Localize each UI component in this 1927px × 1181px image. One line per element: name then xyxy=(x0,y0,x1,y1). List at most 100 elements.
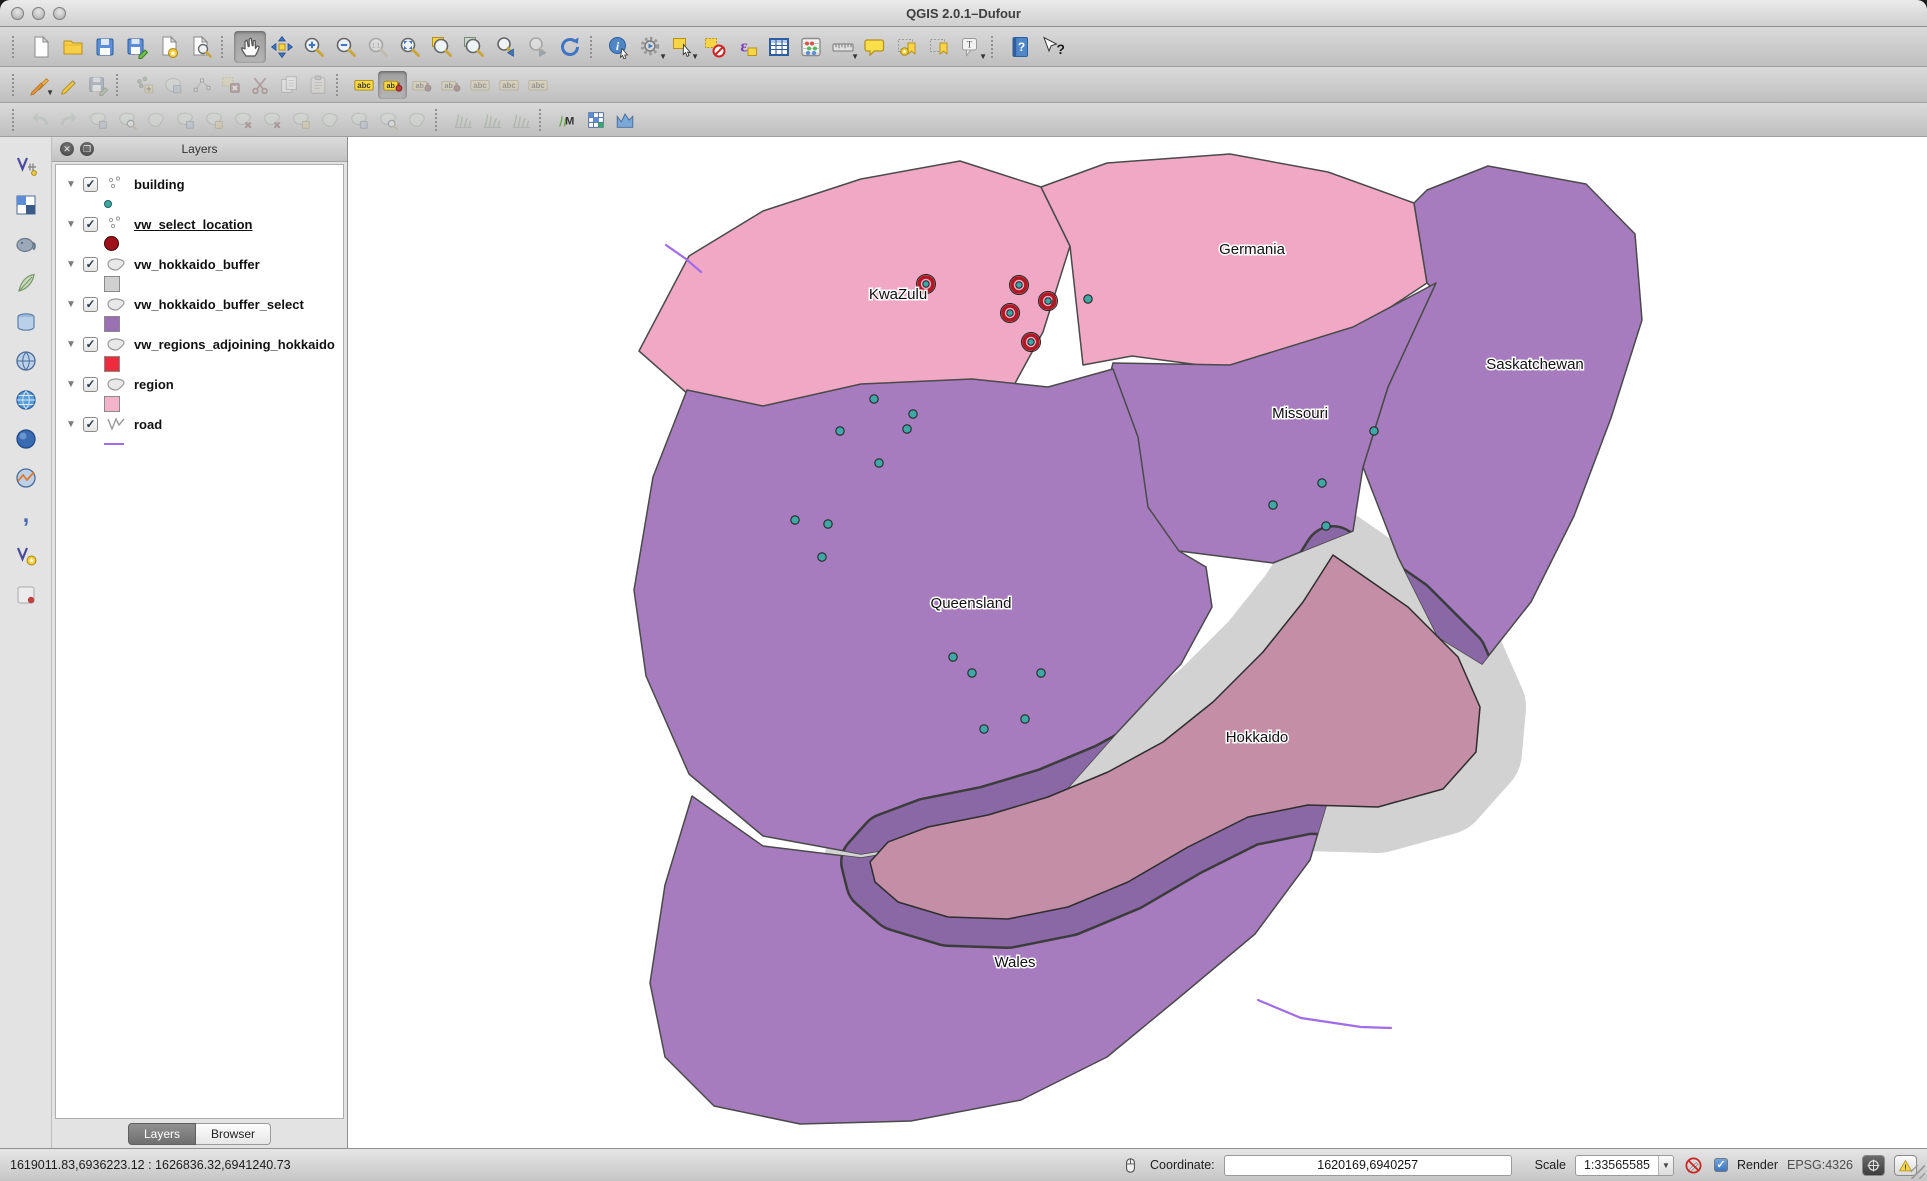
layer-expand-icon[interactable]: ▼ xyxy=(66,419,76,430)
field-calculator-button[interactable] xyxy=(795,31,827,63)
add-oracle-layer-button[interactable] xyxy=(8,344,44,377)
layer-row-vw_hokkaido_buffer[interactable]: ▼✓vw_hokkaido_buffer xyxy=(56,253,343,275)
zoom-full-button[interactable] xyxy=(394,31,426,63)
layer-symbology-swatch[interactable] xyxy=(104,195,343,212)
scale-dropdown-icon[interactable]: ▼ xyxy=(1658,1156,1673,1175)
open-attribute-table-button[interactable] xyxy=(763,31,795,63)
tab-layers[interactable]: Layers xyxy=(128,1123,196,1145)
layer-row-building[interactable]: ▼✓building xyxy=(56,173,343,195)
map-tips-button[interactable] xyxy=(859,31,891,63)
layer-labeling-button[interactable] xyxy=(349,71,378,99)
show-bookmarks-button[interactable] xyxy=(923,31,955,63)
window-resize-grip[interactable] xyxy=(1911,1165,1925,1179)
deselect-features-button[interactable] xyxy=(699,31,731,63)
composer-manager-button[interactable] xyxy=(185,31,217,63)
crs-status-button[interactable] xyxy=(1862,1155,1885,1176)
layer-symbology-swatch[interactable] xyxy=(104,275,343,292)
measure-button[interactable]: ▼ xyxy=(827,31,859,63)
current-edits-button[interactable]: ▼ xyxy=(25,71,54,99)
layer-visibility-checkbox[interactable]: ✓ xyxy=(83,297,98,312)
layer-symbology-swatch[interactable] xyxy=(104,235,343,252)
add-delimited-text-layer-button[interactable] xyxy=(8,500,44,533)
panel-close-icon[interactable]: ✕ xyxy=(60,142,74,156)
stop-render-icon[interactable] xyxy=(1683,1154,1705,1176)
layer-symbology-swatch[interactable] xyxy=(104,435,343,452)
whats-this-button[interactable] xyxy=(1036,31,1068,63)
zoom-to-layer-button[interactable] xyxy=(458,31,490,63)
tab-browser[interactable]: Browser xyxy=(196,1123,271,1145)
current-edits-dropdown-icon[interactable]: ▼ xyxy=(46,89,54,97)
layer-expand-icon[interactable]: ▼ xyxy=(66,339,76,350)
label-move-button[interactable] xyxy=(378,71,407,99)
layer-expand-icon[interactable]: ▼ xyxy=(66,379,76,390)
run-feature-action-dropdown-icon[interactable]: ▼ xyxy=(659,53,667,61)
toggle-editing-button[interactable] xyxy=(54,71,83,99)
text-annotation-button[interactable]: ▼ xyxy=(955,31,987,63)
layer-visibility-checkbox[interactable]: ✓ xyxy=(83,257,98,272)
pan-map-button[interactable] xyxy=(234,31,266,63)
panel-float-icon[interactable]: ❐ xyxy=(80,142,94,156)
new-project-button[interactable] xyxy=(25,31,57,63)
layer-row-region[interactable]: ▼✓region xyxy=(56,373,343,395)
grass-tools-button[interactable] xyxy=(552,106,581,134)
text-annotation-dropdown-icon[interactable]: ▼ xyxy=(979,53,987,61)
zoom-window-button[interactable] xyxy=(53,7,66,20)
map-canvas[interactable]: KwaZuluGermaniaSaskatchewanMissouriQueen… xyxy=(348,137,1927,1148)
scale-combo[interactable]: 1:33565585 ▼ xyxy=(1575,1155,1674,1176)
layer-expand-icon[interactable]: ▼ xyxy=(66,219,76,230)
layer-row-vw_regions_adjoining_hokkaido[interactable]: ▼✓vw_regions_adjoining_hokkaido xyxy=(56,333,343,355)
plugin-tool-button[interactable] xyxy=(8,578,44,611)
zoom-last-button[interactable] xyxy=(490,31,522,63)
title-bar[interactable]: QGIS 2.0.1–Dufour xyxy=(0,0,1927,27)
measure-dropdown-icon[interactable]: ▼ xyxy=(851,53,859,61)
layer-symbology-swatch[interactable] xyxy=(104,355,343,372)
add-wfs-layer-button[interactable] xyxy=(8,461,44,494)
layer-expand-icon[interactable]: ▼ xyxy=(66,179,76,190)
add-spatialite-layer-button[interactable] xyxy=(8,266,44,299)
layer-symbology-swatch[interactable] xyxy=(104,315,343,332)
layers-panel-header[interactable]: ✕ ❐ Layers xyxy=(52,137,347,162)
select-by-expression-button[interactable] xyxy=(731,31,763,63)
profile-tool-button[interactable] xyxy=(610,106,639,134)
layer-row-vw_select_location[interactable]: ▼✓vw_select_location xyxy=(56,213,343,235)
layer-expand-icon[interactable]: ▼ xyxy=(66,299,76,310)
layer-expand-icon[interactable]: ▼ xyxy=(66,259,76,270)
layer-row-vw_hokkaido_buffer_select[interactable]: ▼✓vw_hokkaido_buffer_select xyxy=(56,293,343,315)
new-bookmark-button[interactable] xyxy=(891,31,923,63)
new-print-composer-button[interactable] xyxy=(153,31,185,63)
add-vector-layer-button[interactable] xyxy=(8,149,44,182)
zoom-out-button[interactable] xyxy=(330,31,362,63)
new-shapefile-layer-button[interactable] xyxy=(8,539,44,572)
render-checkbox[interactable]: ✓ xyxy=(1714,1158,1728,1172)
zoom-in-button[interactable] xyxy=(298,31,330,63)
minimize-window-button[interactable] xyxy=(32,7,45,20)
pan-to-selection-button[interactable] xyxy=(266,31,298,63)
run-feature-action-button[interactable]: ▼ xyxy=(635,31,667,63)
add-wms-layer-button[interactable] xyxy=(8,383,44,416)
layer-row-road[interactable]: ▼✓road xyxy=(56,413,343,435)
coordinate-toggle-icon[interactable] xyxy=(1119,1154,1141,1176)
layer-visibility-checkbox[interactable]: ✓ xyxy=(83,337,98,352)
open-project-button[interactable] xyxy=(57,31,89,63)
coordinate-input[interactable]: 1620169,6940257 xyxy=(1224,1155,1512,1176)
save-project-as-button[interactable] xyxy=(121,31,153,63)
identify-features-button[interactable] xyxy=(603,31,635,63)
raster-grid-button[interactable] xyxy=(581,106,610,134)
select-features-dropdown-icon[interactable]: ▼ xyxy=(691,53,699,61)
add-wcs-layer-button[interactable] xyxy=(8,422,44,455)
layer-symbology-swatch[interactable] xyxy=(104,395,343,412)
layer-visibility-checkbox[interactable]: ✓ xyxy=(83,177,98,192)
building-point xyxy=(1037,669,1045,677)
add-raster-layer-button[interactable] xyxy=(8,188,44,221)
save-project-button[interactable] xyxy=(89,31,121,63)
close-window-button[interactable] xyxy=(11,7,24,20)
select-features-button[interactable]: ▼ xyxy=(667,31,699,63)
add-mssql-layer-button[interactable] xyxy=(8,305,44,338)
zoom-to-selection-button[interactable] xyxy=(426,31,458,63)
layer-visibility-checkbox[interactable]: ✓ xyxy=(83,377,98,392)
layer-visibility-checkbox[interactable]: ✓ xyxy=(83,217,98,232)
layer-visibility-checkbox[interactable]: ✓ xyxy=(83,417,98,432)
help-contents-button[interactable] xyxy=(1004,31,1036,63)
add-postgis-layer-button[interactable] xyxy=(8,227,44,260)
refresh-map-button[interactable] xyxy=(554,31,586,63)
